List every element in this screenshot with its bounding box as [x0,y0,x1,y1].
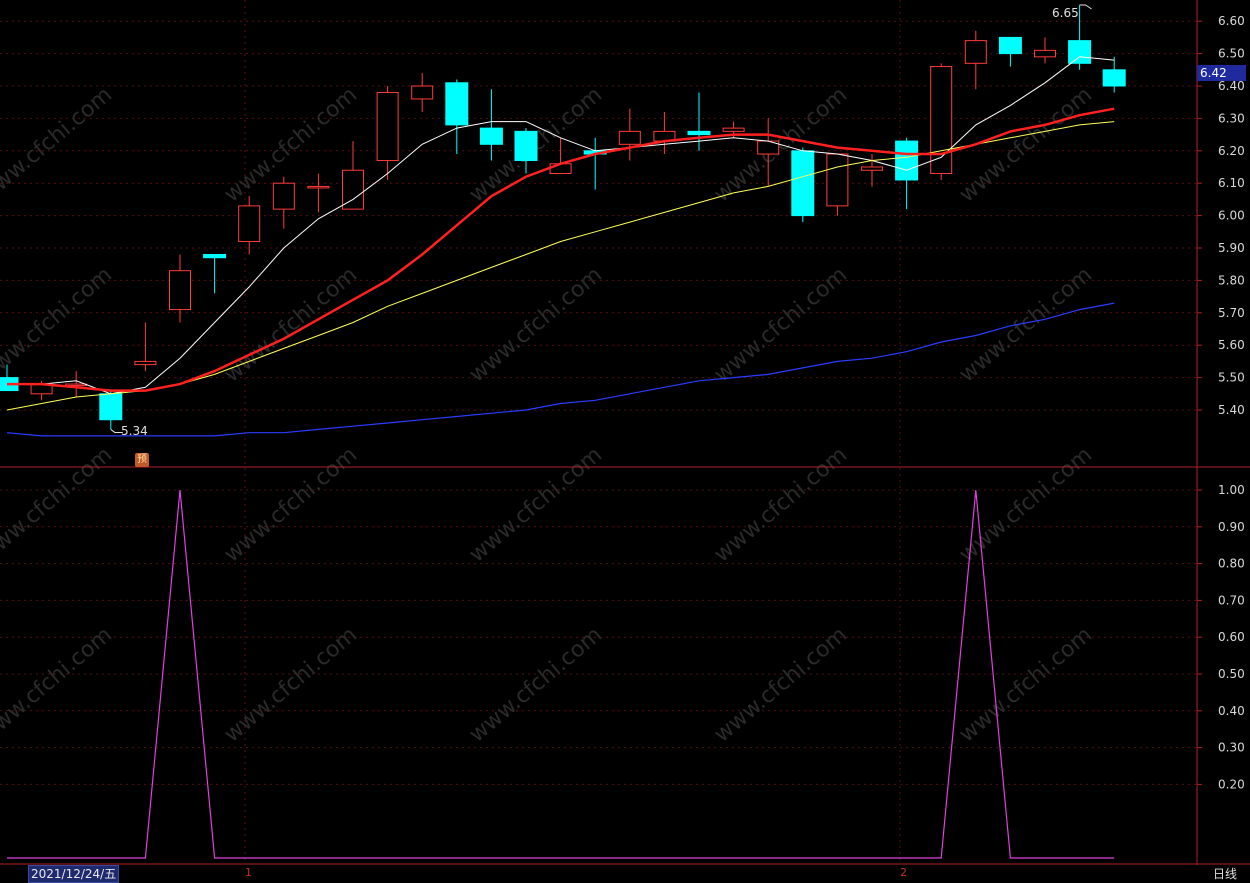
candle-body-down [895,140,919,181]
watermark-text: www.cfchi.com [710,442,852,567]
signal-tick-label: 0.40 [1218,704,1245,718]
price-tick-label: 5.60 [1218,338,1245,352]
price-tick-label: 6.60 [1218,14,1245,28]
watermark-text: www.cfchi.com [465,442,607,567]
price-tick-label: 5.50 [1218,371,1245,385]
candle [1102,56,1126,93]
candle [930,63,953,180]
candle-body-up [238,205,261,243]
price-tick-label: 5.70 [1218,306,1245,320]
signal-tick-label: 0.30 [1218,741,1245,755]
watermark-text: www.cfchi.com [0,262,117,387]
candle-body-up [65,383,88,387]
candle-body-up [1034,49,1056,58]
candle-body-down [479,127,503,145]
watermark-text: www.cfchi.com [0,442,117,567]
signal-tick-label: 1.00 [1218,483,1245,497]
high-price-label: 6.65 [1052,6,1079,20]
candle [618,108,641,161]
watermark-text: www.cfchi.com [220,442,362,567]
candle-body-up [376,91,399,162]
candle [445,79,469,155]
candle-body-down [1102,69,1126,87]
candle [376,86,399,180]
candle [479,89,503,161]
candle-body-down [687,130,711,136]
candle-body-down [1068,40,1092,64]
candle-body-up [272,182,295,210]
candle [791,147,815,223]
stock-chart[interactable]: www.cfchi.com www.cfchi.com www.cfchi.com w… [0,0,1250,883]
watermark-text: www.cfchi.com [0,82,117,207]
signal-tick-label: 0.60 [1218,630,1245,644]
candle [203,253,227,294]
candle [99,390,123,430]
month-marker-2: 2 [900,866,907,879]
candle-body-up [411,85,434,100]
candle [998,36,1022,67]
signal-tick-label: 0.70 [1218,593,1245,607]
candle-body-down [514,130,538,162]
candle [134,322,157,372]
price-tick-label: 6.50 [1218,47,1245,61]
candle-body-up [169,270,191,311]
candle [895,137,919,210]
candle [1034,37,1056,64]
candle-body-down [203,253,227,259]
price-tick-label: 6.30 [1218,111,1245,125]
watermark-text: www.cfchi.com [220,622,362,747]
watermark-text: www.cfchi.com [955,262,1097,387]
candle-body-up [307,185,330,189]
watermark-text: www.cfchi.com [710,622,852,747]
month-marker-1: 1 [245,866,252,879]
candle [964,30,987,90]
high-pointer [1079,4,1092,10]
watermark-text: www.cfchi.com [955,442,1097,567]
candle-body-down [99,393,123,421]
watermark-text: www.cfchi.com [465,622,607,747]
candle-body-up [722,127,745,132]
watermark-layer: www.cfchi.com www.cfchi.com www.cfchi.com w… [0,82,1097,747]
price-tick-label: 6.40 [1218,79,1245,93]
price-tick-label: 5.80 [1218,273,1245,287]
candle [307,173,330,213]
candle-body-down [791,150,815,217]
price-tick-label: 5.90 [1218,241,1245,255]
price-tick-label: 6.00 [1218,209,1245,223]
price-tick-label: 6.10 [1218,176,1245,190]
low-price-label: 5.34 [121,424,148,438]
ma60-line [6,302,1115,437]
current-price-tag: 6.42 [1197,65,1246,81]
signal-tick-label: 0.90 [1218,520,1245,534]
candle [583,137,607,190]
candle [653,111,676,155]
watermark-text: www.cfchi.com [955,622,1097,747]
candle [238,196,261,255]
candle-body-up [826,153,849,207]
candle-body-down [445,82,469,126]
period-selector[interactable]: 日线 [1200,865,1250,883]
candle [411,73,434,112]
candle-body-up [134,360,157,366]
candle [272,176,295,229]
cursor-date-box: 2021/12/24/五 [28,865,120,883]
price-tick-label: 5.40 [1218,403,1245,417]
signal-tick-label: 0.80 [1218,557,1245,571]
forecast-badge: 预 [135,453,149,467]
watermark-text: www.cfchi.com [465,262,607,387]
watermark-text: www.cfchi.com [710,262,852,387]
candle-body-up [618,130,641,145]
candle-body-up [861,166,883,171]
price-tick-label: 6.20 [1218,144,1245,158]
candle-body-down [998,36,1022,55]
ma60-polyline [6,302,1115,437]
signal-tick-label: 0.50 [1218,667,1245,681]
watermark-text: www.cfchi.com [220,262,362,387]
candle-body-up [964,40,987,64]
signal-tick-label: 0.20 [1218,777,1245,791]
watermark-text: www.cfchi.com [0,622,117,747]
candle [826,153,849,216]
